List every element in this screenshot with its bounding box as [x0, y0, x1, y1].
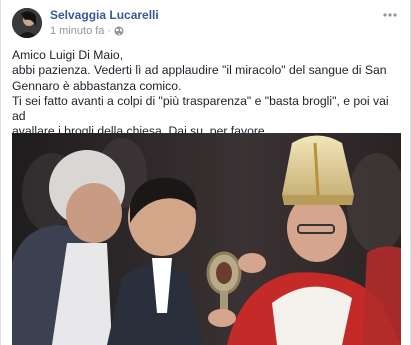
- meta-separator: ·: [107, 25, 112, 37]
- post-text-line: Ti sei fatto avanti a colpi di "più tras…: [12, 93, 389, 124]
- author-name[interactable]: Selvaggia Lucarelli: [50, 8, 159, 22]
- post-text: Amico Luigi Di Maio, abbi pazienza. Vede…: [12, 48, 404, 140]
- facebook-post: Selvaggia Lucarelli 1 minuto fa · Amico …: [0, 0, 411, 345]
- more-options-icon[interactable]: [382, 8, 398, 18]
- post-text-line: abbi pazienza. Vederti lì ad applaudire …: [12, 63, 387, 78]
- timestamp[interactable]: 1 minuto fa: [50, 25, 104, 37]
- post-photo[interactable]: [12, 133, 401, 345]
- avatar[interactable]: [12, 8, 42, 38]
- post-text-line: Gennaro è abbastanza comico.: [12, 78, 182, 93]
- post-text-line: Amico Luigi Di Maio,: [12, 48, 124, 62]
- post-meta: 1 minuto fa ·: [50, 25, 124, 37]
- globe-icon[interactable]: [114, 26, 124, 36]
